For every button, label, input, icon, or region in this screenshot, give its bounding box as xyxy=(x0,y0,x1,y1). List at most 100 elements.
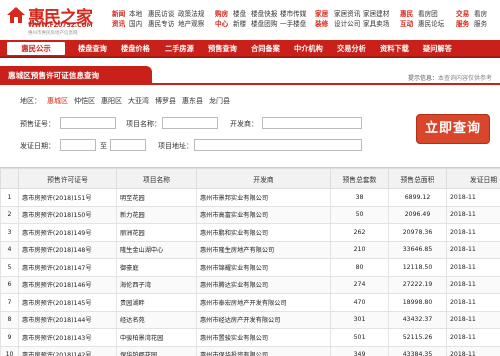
nav-link[interactable]: 服务 xyxy=(474,19,487,29)
nav-link[interactable]: 楼盘快报 xyxy=(251,9,277,19)
table-cell[interactable]: 丽洲花园 xyxy=(116,223,197,242)
search-button[interactable]: 立即查询 xyxy=(416,114,490,144)
nav-sub-news[interactable]: 资讯 xyxy=(112,19,125,29)
table-row[interactable]: 5 惠市房预许(2018)147号 御豪庭 惠州市锦耀实业有限公司 80 12118.50… xyxy=(0,258,500,277)
date-to-input[interactable] xyxy=(110,139,146,151)
nav-sub-buy[interactable]: 中心 xyxy=(215,19,228,29)
table-cell[interactable]: 惠市房预许(2018)147号 xyxy=(18,258,117,277)
nav-link[interactable]: 设计公司 xyxy=(334,19,360,29)
table-cell: 80 xyxy=(330,258,389,277)
table-cell: 50 xyxy=(330,205,389,224)
nav-item[interactable]: 交易分析 xyxy=(337,44,366,54)
nav-link[interactable]: 政策法规 xyxy=(178,9,204,19)
table-cell[interactable]: 惠市房预许(2018)142号 xyxy=(18,345,117,356)
table-row[interactable]: 4 惠市房预许(2018)148号 隆生金山湖中心 惠州市隆生房地产有限公司 210 33… xyxy=(0,240,500,259)
table-cell[interactable]: 惠市房预许(2018)151号 xyxy=(18,188,117,207)
nav-item[interactable]: 资料下载 xyxy=(380,44,409,54)
table-cell[interactable]: 中骏柏景湾花园 xyxy=(116,328,197,347)
table-cell[interactable]: 经达名苑 xyxy=(116,310,197,329)
area-option[interactable]: 惠阳区 xyxy=(101,96,122,106)
table-row[interactable]: 9 惠市房预许(2018)143号 中骏柏景湾花园 惠州市置骏实业有限公司 501 521… xyxy=(0,328,500,347)
address-input[interactable] xyxy=(194,139,362,151)
nav-home-button[interactable]: 惠民公示 xyxy=(6,41,66,56)
table-row[interactable]: 3 惠市房预许(2018)149号 丽洲花园 惠州市鹏和实业有限公司 262 20978.… xyxy=(0,223,500,242)
area-option[interactable]: 龙门县 xyxy=(209,96,230,106)
table-cell[interactable]: 惠市房预许(2018)143号 xyxy=(18,328,117,347)
nav-head-news[interactable]: 新闻 xyxy=(112,9,125,19)
table-cell: 惠州市锦耀实业有限公司 xyxy=(196,258,331,277)
nav-item[interactable]: 预售查询 xyxy=(208,44,237,54)
table-cell[interactable]: 贵园湖畔 xyxy=(116,293,197,312)
table-cell[interactable]: 惠市房预许(2018)150号 xyxy=(18,205,117,224)
table-cell[interactable]: 隆生金山湖中心 xyxy=(116,240,197,259)
table-cell[interactable]: 海伦西子湾 xyxy=(116,275,197,294)
nav-sub-home[interactable]: 装修 xyxy=(315,19,328,29)
nav-link[interactable]: 国内 xyxy=(129,19,142,29)
nav-link[interactable]: 楼市传媒 xyxy=(280,9,306,19)
table-cell: 470 xyxy=(330,293,389,312)
nav-link[interactable]: 惠民论坛 xyxy=(418,19,444,29)
nav-head-trade[interactable]: 交易 xyxy=(456,9,469,19)
nav-head-home[interactable]: 家居 xyxy=(315,9,328,19)
table-cell[interactable]: 御豪庭 xyxy=(116,258,197,277)
nav-link[interactable]: 家具卖场 xyxy=(363,19,389,29)
developer-label: 开发商： xyxy=(230,120,258,128)
date-from-input[interactable] xyxy=(60,139,96,151)
nav-head-buy[interactable]: 购房 xyxy=(215,9,228,19)
nav-item[interactable]: 中介机构 xyxy=(294,44,323,54)
developer-input[interactable] xyxy=(262,117,362,129)
table-cell[interactable]: 惠市房预许(2018)149号 xyxy=(18,223,117,242)
nav-link[interactable]: 惠民访谈 xyxy=(148,9,174,19)
table-cell[interactable]: 惠市房预许(2018)148号 xyxy=(18,240,117,259)
table-cell: 2018-11 xyxy=(446,223,500,242)
table-cell: 9 xyxy=(0,328,19,347)
project-name-input[interactable] xyxy=(162,117,218,129)
nav-link[interactable]: 惠民专访 xyxy=(148,19,174,29)
nav-sub-trade[interactable]: 服务 xyxy=(456,19,469,29)
table-cell[interactable]: 惠市房预许(2018)146号 xyxy=(18,275,117,294)
nav-link[interactable]: 新楼 xyxy=(233,19,246,29)
table-cell: 2018-11 xyxy=(446,328,500,347)
nav-link[interactable]: 本地 xyxy=(129,9,142,19)
table-cell[interactable]: 惠市房预许(2018)144号 xyxy=(18,310,117,329)
area-option[interactable]: 惠城区 xyxy=(47,96,68,106)
table-cell[interactable]: 惠市房预许(2018)145号 xyxy=(18,293,117,312)
table-row[interactable]: 10 惠市房预许(2018)142号 保华铂郡花园 惠州市保华投资有限公司 349 433… xyxy=(0,345,500,356)
table-cell: 惠州市泰宏房地产开发有限公司 xyxy=(196,293,331,312)
nav-item[interactable]: 楼盘价格 xyxy=(121,44,150,54)
nav-link[interactable]: 地产观察 xyxy=(178,19,204,29)
nav-sub-interact[interactable]: 互动 xyxy=(400,19,413,29)
table-row[interactable]: 7 惠市房预许(2018)145号 贵园湖畔 惠州市泰宏房地产开发有限公司 470 189… xyxy=(0,293,500,312)
nav-link[interactable]: 一手楼盘 xyxy=(280,19,306,29)
nav-item[interactable]: 二手房源 xyxy=(165,44,194,54)
presale-no-input[interactable] xyxy=(60,117,116,129)
nav-item[interactable]: 合同备案 xyxy=(251,44,280,54)
area-option[interactable]: 大亚湾 xyxy=(128,96,149,106)
table-row[interactable]: 1 惠市房预许(2018)151号 明至花园 惠州市景邦实业有限公司 38 6899.12… xyxy=(0,188,500,207)
nav-link[interactable]: 家居建材 xyxy=(363,9,389,19)
nav-link[interactable]: 家居资讯 xyxy=(334,9,360,19)
table-cell[interactable]: 保华铂郡花园 xyxy=(116,345,197,356)
nav-link[interactable]: 看房团 xyxy=(418,9,438,19)
nav-item[interactable]: 疑问解答 xyxy=(423,44,452,54)
area-option[interactable]: 博罗县 xyxy=(155,96,176,106)
nav-link[interactable]: 楼盘团购 xyxy=(251,19,277,29)
table-row[interactable]: 8 惠市房预许(2018)144号 经达名苑 惠州市经达房产开发有限公司 301 4343… xyxy=(0,310,500,329)
nav-link[interactable]: 看房 xyxy=(474,9,487,19)
table-cell[interactable]: 新力花园 xyxy=(116,205,197,224)
table-cell: 2018-11 xyxy=(446,310,500,329)
nav-head-interact[interactable]: 惠民 xyxy=(400,9,413,19)
table-row[interactable]: 6 惠市房预许(2018)146号 海伦西子湾 惠州市腾达实业有限公司 274 27222… xyxy=(0,275,500,294)
table-cell: 52115.26 xyxy=(388,328,447,347)
page-title: 惠城区预售许可证信息查询 xyxy=(0,66,152,85)
tip-label: 提示信息： xyxy=(407,75,438,82)
nav-link[interactable]: 楼盘 xyxy=(233,9,246,19)
site-logo[interactable]: 惠民之家 WWW.FZ0752.COM 惠州市惠民房地产信息网 xyxy=(6,3,104,36)
table-row[interactable]: 2 惠市房预许(2018)150号 新力花园 惠州市高富实业有限公司 50 2096.49… xyxy=(0,205,500,224)
nav-item[interactable]: 楼盘查询 xyxy=(78,44,107,54)
table-cell: 27222.19 xyxy=(388,275,447,294)
area-option[interactable]: 惠东县 xyxy=(182,96,203,106)
area-option[interactable]: 仲恺区 xyxy=(74,96,95,106)
table-cell[interactable]: 明至花园 xyxy=(116,188,197,207)
col-header: 预售总面积 xyxy=(388,168,447,189)
